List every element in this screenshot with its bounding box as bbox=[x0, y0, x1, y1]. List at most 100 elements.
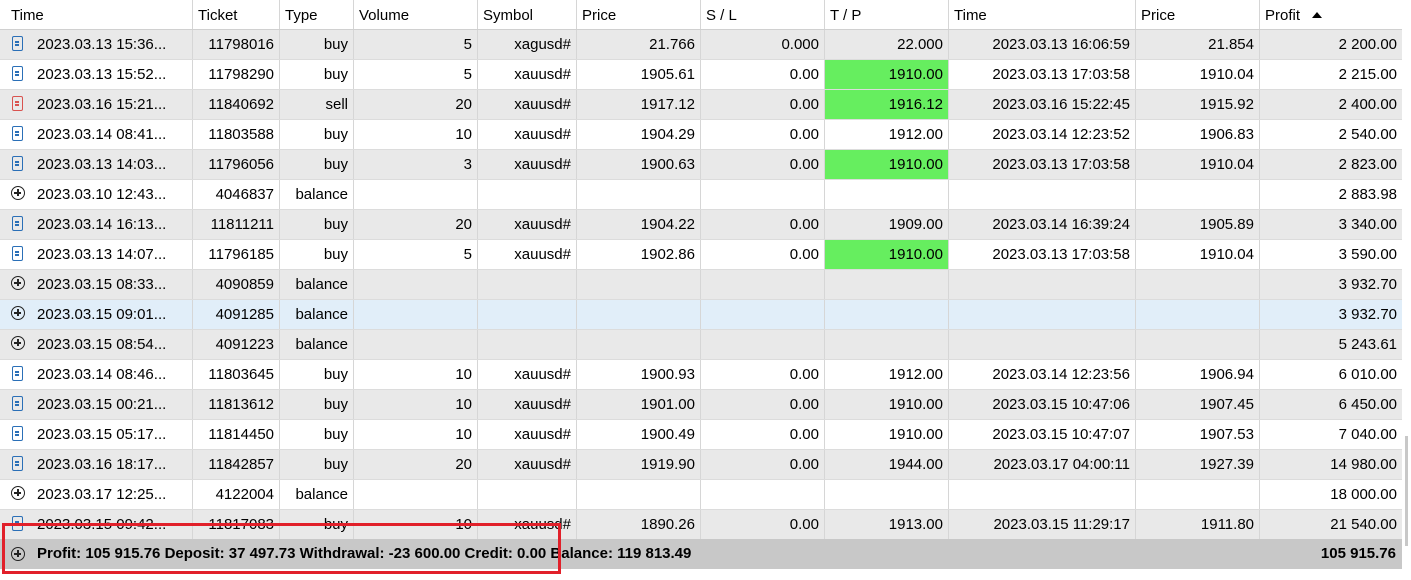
table-row[interactable]: 2023.03.16 15:21... 11840692 sell 20 xauusd#… bbox=[0, 90, 1402, 120]
column-divider[interactable] bbox=[1135, 0, 1136, 29]
cell-close-price bbox=[1135, 300, 1259, 329]
cell-ticket: 11796056 bbox=[208, 156, 274, 173]
column-divider[interactable] bbox=[279, 0, 280, 29]
cell-sl bbox=[700, 270, 824, 299]
column-divider bbox=[1259, 240, 1260, 269]
cell-type: buy bbox=[323, 126, 348, 143]
cell-symbol bbox=[477, 300, 576, 329]
column-divider bbox=[576, 390, 577, 419]
column-divider bbox=[477, 120, 478, 149]
column-divider bbox=[353, 510, 354, 539]
column-divider bbox=[279, 360, 280, 389]
column-divider[interactable] bbox=[948, 0, 949, 29]
column-divider bbox=[353, 420, 354, 449]
cell-close-price: 1907.45 bbox=[1199, 396, 1254, 413]
column-divider bbox=[477, 300, 478, 329]
table-row[interactable]: 2023.03.15 09:42... 11817083 buy 10 xauusd# 1… bbox=[0, 510, 1402, 540]
cell-type: sell bbox=[325, 96, 348, 113]
column-divider[interactable] bbox=[477, 0, 478, 29]
table-row[interactable]: 2023.03.16 18:17... 11842857 buy 20 xauusd# 1… bbox=[0, 450, 1402, 480]
column-divider bbox=[353, 360, 354, 389]
cell-profit: 2 540.00 bbox=[1338, 126, 1397, 143]
column-divider bbox=[353, 240, 354, 269]
vertical-scrollbar[interactable] bbox=[1402, 0, 1411, 580]
cell-type: buy bbox=[323, 456, 348, 473]
cell-profit: 3 932.70 bbox=[1338, 276, 1397, 293]
cell-sl: 0.00 bbox=[789, 96, 819, 113]
column-divider bbox=[576, 480, 577, 509]
column-divider[interactable] bbox=[1259, 0, 1260, 29]
column-header-sl[interactable]: S / L bbox=[700, 0, 824, 30]
table-row[interactable]: 2023.03.13 15:52... 11798290 buy 5 xauusd# 19… bbox=[0, 60, 1402, 90]
column-divider bbox=[279, 90, 280, 119]
table-row[interactable]: 2023.03.14 16:13... 11811211 buy 20 xauusd# 1… bbox=[0, 210, 1402, 240]
open-time: 2023.03.14 08:41... bbox=[37, 126, 167, 143]
column-divider bbox=[353, 390, 354, 419]
table-row[interactable]: 2023.03.14 08:41... 11803588 buy 10 xauusd# 1… bbox=[0, 120, 1402, 150]
column-divider bbox=[477, 510, 478, 539]
table-row[interactable]: 2023.03.10 12:43... 4046837 balance 2 883.9… bbox=[0, 180, 1402, 210]
column-divider bbox=[1135, 450, 1136, 479]
column-divider bbox=[824, 270, 825, 299]
table-row[interactable]: 2023.03.15 05:17... 11814450 buy 10 xauusd# 1… bbox=[0, 420, 1402, 450]
column-divider bbox=[576, 180, 577, 209]
column-divider bbox=[192, 480, 193, 509]
table-row[interactable]: 2023.03.15 09:01... 4091285 balance 3 932.7… bbox=[0, 300, 1402, 330]
cell-close-price: 21.854 bbox=[1208, 36, 1254, 53]
column-divider bbox=[192, 240, 193, 269]
column-header-close-price[interactable]: Price bbox=[1135, 0, 1259, 30]
column-divider bbox=[1135, 330, 1136, 359]
table-row[interactable]: 2023.03.15 08:54... 4091223 balance 5 243.6… bbox=[0, 330, 1402, 360]
cell-symbol: xauusd# bbox=[514, 366, 571, 383]
column-header-symbol[interactable]: Symbol bbox=[477, 0, 576, 30]
open-time: 2023.03.15 05:17... bbox=[37, 426, 167, 443]
cell-volume: 10 bbox=[455, 426, 472, 443]
table-row[interactable]: 2023.03.17 12:25... 4122004 balance 18 000.… bbox=[0, 480, 1402, 510]
cell-ticket: 11803645 bbox=[208, 366, 274, 383]
cell-ticket: 11803588 bbox=[208, 126, 274, 143]
column-divider[interactable] bbox=[192, 0, 193, 29]
cell-price bbox=[576, 330, 700, 359]
cell-close-time: 2023.03.15 10:47:07 bbox=[992, 426, 1130, 443]
cell-ticket: 4091285 bbox=[215, 306, 274, 323]
table-row[interactable]: 2023.03.15 00:21... 11813612 buy 10 xauusd# 1… bbox=[0, 390, 1402, 420]
column-divider bbox=[1259, 30, 1260, 59]
cell-tp: 1913.00 bbox=[888, 516, 943, 533]
cell-price: 1905.61 bbox=[640, 66, 695, 83]
cell-profit: 7 040.00 bbox=[1338, 426, 1397, 443]
cell-ticket: 11811211 bbox=[210, 216, 274, 233]
column-divider bbox=[279, 240, 280, 269]
table-row[interactable]: 2023.03.15 08:33... 4090859 balance 3 932.7… bbox=[0, 270, 1402, 300]
column-header-tp[interactable]: T / P bbox=[824, 0, 948, 30]
table-row[interactable]: 2023.03.14 08:46... 11803645 buy 10 xauusd# 1… bbox=[0, 360, 1402, 390]
column-divider bbox=[700, 360, 701, 389]
column-header-type[interactable]: Type bbox=[279, 0, 353, 30]
column-divider bbox=[192, 90, 193, 119]
column-header-volume[interactable]: Volume bbox=[353, 0, 477, 30]
column-divider bbox=[700, 510, 701, 539]
table-row[interactable]: 2023.03.13 14:03... 11796056 buy 3 xauusd# 19… bbox=[0, 150, 1402, 180]
table-row[interactable]: 2023.03.13 14:07... 11796185 buy 5 xauusd# 19… bbox=[0, 240, 1402, 270]
scrollbar-thumb[interactable] bbox=[1405, 436, 1408, 546]
column-divider[interactable] bbox=[576, 0, 577, 29]
table-row[interactable]: 2023.03.13 15:36... 11798016 buy 5 xagusd# 21… bbox=[0, 30, 1402, 60]
column-header-close-time[interactable]: Time bbox=[948, 0, 1135, 30]
column-header-time[interactable]: Time bbox=[0, 0, 192, 30]
open-time: 2023.03.13 15:52... bbox=[37, 66, 167, 83]
column-header-price[interactable]: Price bbox=[576, 0, 700, 30]
column-divider bbox=[824, 210, 825, 239]
column-divider bbox=[192, 390, 193, 419]
column-divider bbox=[948, 60, 949, 89]
column-divider[interactable] bbox=[700, 0, 701, 29]
cell-close-price: 1915.92 bbox=[1199, 96, 1254, 113]
column-header-profit[interactable]: Profit bbox=[1259, 0, 1402, 30]
plus-circle-icon[interactable] bbox=[11, 547, 25, 561]
column-divider[interactable] bbox=[353, 0, 354, 29]
column-header-ticket[interactable]: Ticket bbox=[192, 0, 279, 30]
column-divider[interactable] bbox=[824, 0, 825, 29]
column-divider bbox=[700, 60, 701, 89]
cell-close-time: 2023.03.13 17:03:58 bbox=[992, 156, 1130, 173]
cell-price: 1900.63 bbox=[640, 156, 695, 173]
cell-price: 1902.86 bbox=[640, 246, 695, 263]
cell-symbol: xauusd# bbox=[514, 66, 571, 83]
